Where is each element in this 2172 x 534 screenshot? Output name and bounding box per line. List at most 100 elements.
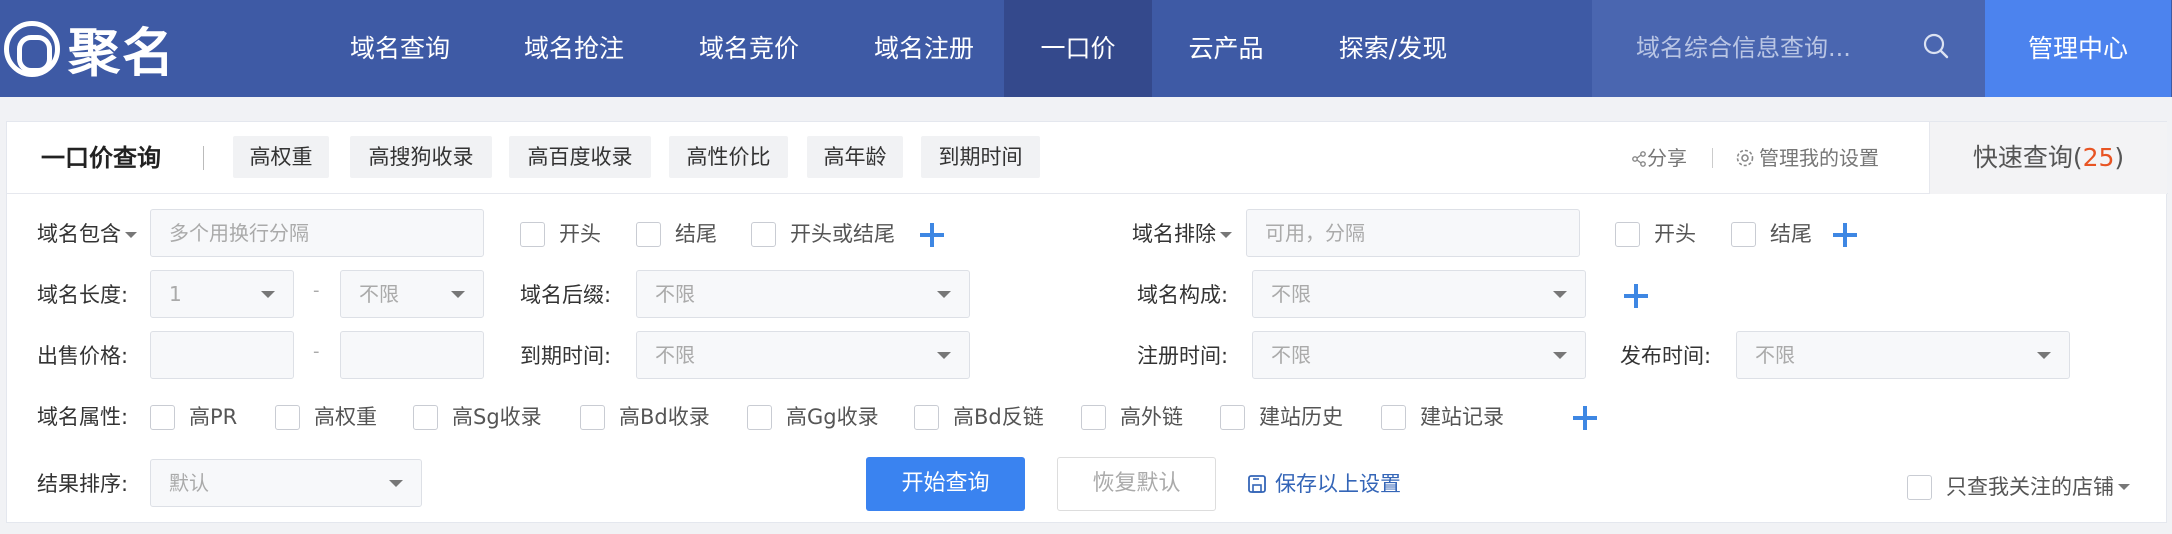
nav-item-explore[interactable]: 探索/发现 [1315, 0, 1471, 97]
excludes-input[interactable]: 可用，分隔 [1246, 209, 1580, 257]
checkbox-label: 高外链 [1120, 405, 1183, 429]
manage-settings-button[interactable]: 管理我的设置 [1735, 122, 1879, 194]
checkbox-label: 结尾 [675, 222, 717, 246]
nav-search-placeholder: 域名综合信息查询... [1636, 34, 1851, 62]
publish-select[interactable]: 不限 [1736, 331, 2070, 379]
contains-dropdown[interactable]: 域名包含 [37, 219, 137, 249]
checkbox-label: 高权重 [314, 405, 377, 429]
attr-extlink-checkbox[interactable]: 高外链 [1081, 402, 1183, 432]
nav-item-backorder[interactable]: 域名抢注 [496, 0, 652, 97]
checkbox-box [636, 221, 661, 247]
checkbox-box [275, 404, 300, 430]
save-settings-button[interactable]: 保存以上设置 [1247, 457, 1401, 511]
attr-history-checkbox[interactable]: 建站历史 [1220, 402, 1343, 432]
chevron-down-icon [389, 480, 403, 487]
nav-item-auction[interactable]: 域名竞价 [671, 0, 827, 97]
composition-select[interactable]: 不限 [1252, 270, 1586, 318]
excludes-dropdown[interactable]: 域名排除 [1132, 219, 1232, 249]
range-dash: - [313, 280, 320, 301]
manage-center-button[interactable]: 管理中心 [1985, 0, 2171, 97]
logo[interactable]: 聚名 [0, 0, 176, 97]
quick-query-label: 快速查询( [1972, 143, 2083, 172]
nav-item-register[interactable]: 域名注册 [846, 0, 1002, 97]
attr-sg-checkbox[interactable]: 高Sg收录 [413, 402, 542, 432]
tag-age[interactable]: 高年龄 [807, 136, 903, 178]
sort-select[interactable]: 默认 [150, 459, 422, 507]
chevron-down-icon [125, 232, 137, 238]
search-icon[interactable] [1923, 33, 1949, 59]
select-value: 不限 [1271, 282, 1311, 306]
register-select[interactable]: 不限 [1252, 331, 1586, 379]
nav-item-domain-search[interactable]: 域名查询 [322, 0, 478, 97]
checkbox-label: 建站历史 [1259, 405, 1343, 429]
expire-select[interactable]: 不限 [636, 331, 970, 379]
length-label: 域名长度: [37, 283, 129, 307]
quick-query-close: ) [2114, 143, 2125, 172]
contains-start-checkbox[interactable]: 开头 [520, 219, 601, 249]
only-followed-checkbox[interactable]: 只查我关注的店铺 [1907, 472, 2130, 502]
range-dash: - [313, 341, 320, 362]
checkbox-label: 高Gg收录 [786, 405, 879, 429]
tag-high-weight[interactable]: 高权重 [233, 136, 329, 178]
add-attribute-icon[interactable] [1573, 406, 1597, 430]
price-min-input[interactable] [150, 331, 294, 379]
attr-bd-checkbox[interactable]: 高Bd收录 [580, 402, 710, 432]
chevron-down-icon [937, 352, 951, 359]
quick-query-count: 25 [2082, 143, 2115, 172]
checkbox-box [751, 221, 776, 247]
checkbox-box [1615, 221, 1640, 247]
attr-record-checkbox[interactable]: 建站记录 [1381, 402, 1504, 432]
select-value: 不限 [359, 282, 399, 306]
share-icon [1632, 151, 1646, 167]
save-icon [1248, 475, 1266, 493]
checkbox-box [1907, 474, 1932, 500]
chevron-down-icon [1220, 232, 1232, 238]
excludes-end-checkbox[interactable]: 结尾 [1731, 219, 1812, 249]
checkbox-label: 高PR [189, 405, 238, 429]
suffix-select[interactable]: 不限 [636, 270, 970, 318]
length-max-select[interactable]: 不限 [340, 270, 484, 318]
attr-gg-checkbox[interactable]: 高Gg收录 [747, 402, 879, 432]
select-value: 不限 [1755, 343, 1795, 367]
excludes-start-checkbox[interactable]: 开头 [1615, 219, 1696, 249]
attr-weight-checkbox[interactable]: 高权重 [275, 402, 377, 432]
manage-settings-label: 管理我的设置 [1759, 146, 1879, 170]
quick-query-button[interactable]: 快速查询(25) [1929, 122, 2167, 194]
select-value: 不限 [655, 282, 695, 306]
contains-end-checkbox[interactable]: 结尾 [636, 219, 717, 249]
chevron-down-icon [2118, 484, 2130, 490]
select-value: 默认 [169, 471, 209, 495]
nav-item-cloud[interactable]: 云产品 [1152, 0, 1300, 97]
contains-input[interactable]: 多个用换行分隔 [150, 209, 484, 257]
checkbox-box [1381, 404, 1406, 430]
add-contains-icon[interactable] [920, 223, 944, 247]
checkbox-box [413, 404, 438, 430]
reset-button[interactable]: 恢复默认 [1057, 457, 1216, 511]
contains-either-checkbox[interactable]: 开头或结尾 [751, 219, 895, 249]
attr-bdlink-checkbox[interactable]: 高Bd反链 [914, 402, 1044, 432]
tag-expiry[interactable]: 到期时间 [921, 136, 1040, 178]
chevron-down-icon [451, 291, 465, 298]
select-value: 1 [169, 282, 182, 306]
suffix-label: 域名后缀: [520, 283, 612, 307]
length-min-select[interactable]: 1 [150, 270, 294, 318]
attr-pr-checkbox[interactable]: 高PR [150, 402, 237, 432]
share-button[interactable]: 分享 [1631, 122, 1687, 194]
tag-high-sogou[interactable]: 高搜狗收录 [350, 136, 492, 178]
chevron-down-icon [1553, 291, 1567, 298]
tag-high-baidu[interactable]: 高百度收录 [509, 136, 651, 178]
add-excludes-icon[interactable] [1833, 223, 1857, 247]
checkbox-label: 高Bd收录 [619, 405, 710, 429]
tag-value[interactable]: 高性价比 [669, 136, 788, 178]
select-value: 不限 [655, 343, 695, 367]
start-search-button[interactable]: 开始查询 [866, 457, 1025, 511]
page-title: 一口价查询 [41, 144, 161, 172]
checkbox-label: 开头 [1654, 222, 1696, 246]
composition-label: 域名构成: [1137, 283, 1229, 307]
nav-item-fixed-price[interactable]: 一口价 [1004, 0, 1152, 97]
price-max-input[interactable] [340, 331, 484, 379]
add-composition-icon[interactable] [1624, 284, 1648, 308]
chevron-down-icon [2037, 352, 2051, 359]
checkbox-box [520, 221, 545, 247]
chevron-down-icon [261, 291, 275, 298]
